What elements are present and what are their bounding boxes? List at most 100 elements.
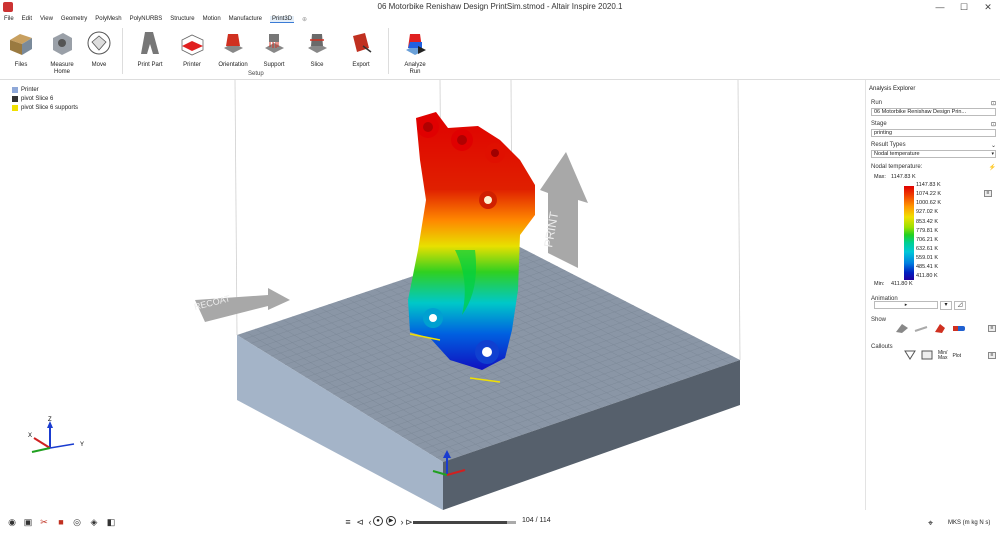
callout-options: Min/ Max Plot <box>904 350 966 362</box>
orientation-tool[interactable]: Orientation <box>213 28 253 69</box>
legend-settings-button[interactable]: ≡ <box>984 190 992 197</box>
menu-file[interactable]: File <box>4 16 14 22</box>
bottom-toolbar: ◉ ▣ ✂ ■ ◎ ◈ ◧ ≡ ⊲ ‹ ● ▶ › ⊳ 104 / 114 ⌖ … <box>0 510 1000 541</box>
title-bar: 06 Motorbike Renishaw Design PrintSim.st… <box>0 0 1000 14</box>
play-button[interactable]: ▶ <box>386 516 396 526</box>
measure-home-tool[interactable]: Measure Home <box>42 28 82 76</box>
support-tool[interactable]: Support <box>254 28 294 69</box>
show-deformed-icon[interactable] <box>951 322 967 334</box>
analyze-run-icon <box>406 34 426 55</box>
animation-speed-icon[interactable]: ◿ <box>954 300 966 310</box>
axis-triad-corner: Z X Y <box>28 417 84 453</box>
add-ribbon-icon[interactable]: ⊕ <box>302 16 307 23</box>
measure-icon[interactable]: ◎ <box>71 516 83 528</box>
section-cut-icon[interactable]: ✂ <box>38 516 50 528</box>
show-options <box>894 322 970 334</box>
callout-probe-icon[interactable] <box>904 350 916 362</box>
menu-geometry[interactable]: Geometry <box>61 16 87 22</box>
printer-swatch-icon <box>12 86 18 93</box>
window-title: 06 Motorbike Renishaw Design PrintSim.st… <box>377 2 623 11</box>
model-browser: Printer pivot Slice 6 pivot Slice 6 supp… <box>12 85 78 112</box>
view-eye-icon[interactable]: ◉ <box>6 516 18 528</box>
stage-label: Stage <box>871 121 887 127</box>
slice-tool[interactable]: Slice <box>297 28 337 69</box>
menu-print3d[interactable]: Print3D <box>270 15 295 23</box>
cube-view-icon[interactable]: ◧ <box>105 516 117 528</box>
stage-pin-icon[interactable]: ⊡ <box>991 121 996 128</box>
minimize-button[interactable]: — <box>928 0 952 14</box>
min-label: Min: <box>874 281 885 287</box>
timeline-progress <box>413 521 507 524</box>
recoat-arrow: RECOAT <box>193 288 290 322</box>
export-icon <box>353 33 372 53</box>
export-tool[interactable]: Export <box>341 28 381 69</box>
setup-group-label: Setup <box>248 71 264 77</box>
files-tool[interactable]: Files <box>1 28 41 69</box>
browser-item-supports[interactable]: pivot Slice 6 supports <box>12 103 78 112</box>
menu-motion[interactable]: Motion <box>203 16 221 22</box>
slice-icon <box>308 34 327 53</box>
print-part-icon <box>141 32 159 54</box>
print-part-tool[interactable]: Print Part <box>130 28 170 69</box>
support-icon <box>265 34 284 53</box>
target-icon[interactable]: ⌖ <box>928 518 933 529</box>
stage-field[interactable]: printing <box>871 129 996 137</box>
temperature-legend: Max: 1147.83 K 1147.83 K 1074.22 K 1000.… <box>871 174 996 294</box>
view-camera-icon[interactable]: ▣ <box>22 516 34 528</box>
minmax-button[interactable]: Min/ Max <box>938 351 947 361</box>
max-value: 1147.83 K <box>891 174 916 180</box>
units-selector[interactable]: MKS (m kg N s) <box>948 520 990 526</box>
move-icon <box>87 31 111 55</box>
menu-polynurbs[interactable]: PolyNURBS <box>130 16 163 22</box>
callouts-settings-button[interactable]: ≡ <box>988 352 996 359</box>
menu-polymesh[interactable]: PolyMesh <box>95 16 121 22</box>
maximize-button[interactable]: ☐ <box>952 0 976 14</box>
run-field[interactable]: 06 Motorbike Renishaw Design Prin... <box>871 108 996 116</box>
menu-edit[interactable]: Edit <box>22 16 32 22</box>
part-swatch-icon <box>12 95 18 102</box>
analyze-run-tool[interactable]: Analyze Run <box>395 28 435 76</box>
ribbon: Files Measure Home Move Print Part Print… <box>0 24 1000 80</box>
triad-x-label: X <box>28 433 32 439</box>
collapse-chevron-icon[interactable]: ⌄ <box>991 142 996 149</box>
menu-bar: File Edit View Geometry PolyMesh PolyNUR… <box>0 14 1000 24</box>
show-settings-button[interactable]: ≡ <box>988 325 996 332</box>
triad-y-label: Y <box>80 442 84 448</box>
result-type-select[interactable]: Nodal temperature ▾ <box>871 150 996 158</box>
browser-item-slice[interactable]: pivot Slice 6 <box>12 94 78 103</box>
legend-color-bar <box>904 186 914 280</box>
callout-table-icon[interactable] <box>921 350 933 362</box>
browser-item-printer[interactable]: Printer <box>12 85 78 94</box>
printer-tool[interactable]: Printer <box>172 28 212 69</box>
max-label: Max: <box>874 174 886 180</box>
playback-menu-icon[interactable]: ≡ <box>342 516 354 528</box>
animation-controls: ▸ ▾ ◿ <box>874 300 999 310</box>
printer-icon <box>181 34 204 56</box>
shading-icon[interactable]: ◈ <box>88 516 100 528</box>
show-supports-icon[interactable] <box>913 322 929 334</box>
animation-settings-button[interactable]: ▾ <box>940 300 952 310</box>
3d-viewport[interactable]: RECOAT PRINT Z X Y <box>0 79 865 510</box>
menu-structure[interactable]: Structure <box>170 16 194 22</box>
close-button[interactable]: ✕ <box>976 0 1000 14</box>
show-part-icon[interactable] <box>894 322 910 334</box>
display-mode-icon[interactable]: ■ <box>55 516 67 528</box>
playback-timeline[interactable] <box>413 521 516 524</box>
supports-swatch-icon <box>12 104 18 111</box>
panel-title: Analysis Explorer <box>869 86 916 92</box>
show-result-icon[interactable] <box>932 322 948 334</box>
measure-home-icon <box>53 33 72 55</box>
scene-canvas[interactable]: RECOAT PRINT Z X Y <box>0 79 865 510</box>
menu-view[interactable]: View <box>40 16 53 22</box>
legend-title: Nodal temperature: <box>871 164 923 170</box>
plot-button[interactable]: Plot <box>952 353 961 359</box>
animation-play-button[interactable]: ▸ <box>874 301 938 309</box>
lightning-icon[interactable]: ⚡ <box>989 164 996 171</box>
stop-button[interactable]: ● <box>373 516 383 526</box>
run-pin-icon[interactable]: ⊡ <box>991 100 996 107</box>
ribbon-divider <box>388 28 389 74</box>
menu-manufacture[interactable]: Manufacture <box>229 16 262 22</box>
move-tool[interactable]: Move <box>79 28 119 69</box>
orientation-icon <box>224 34 243 53</box>
analysis-explorer-panel: Analysis Explorer Run ⊡ 06 Motorbike Reni… <box>865 80 1000 510</box>
